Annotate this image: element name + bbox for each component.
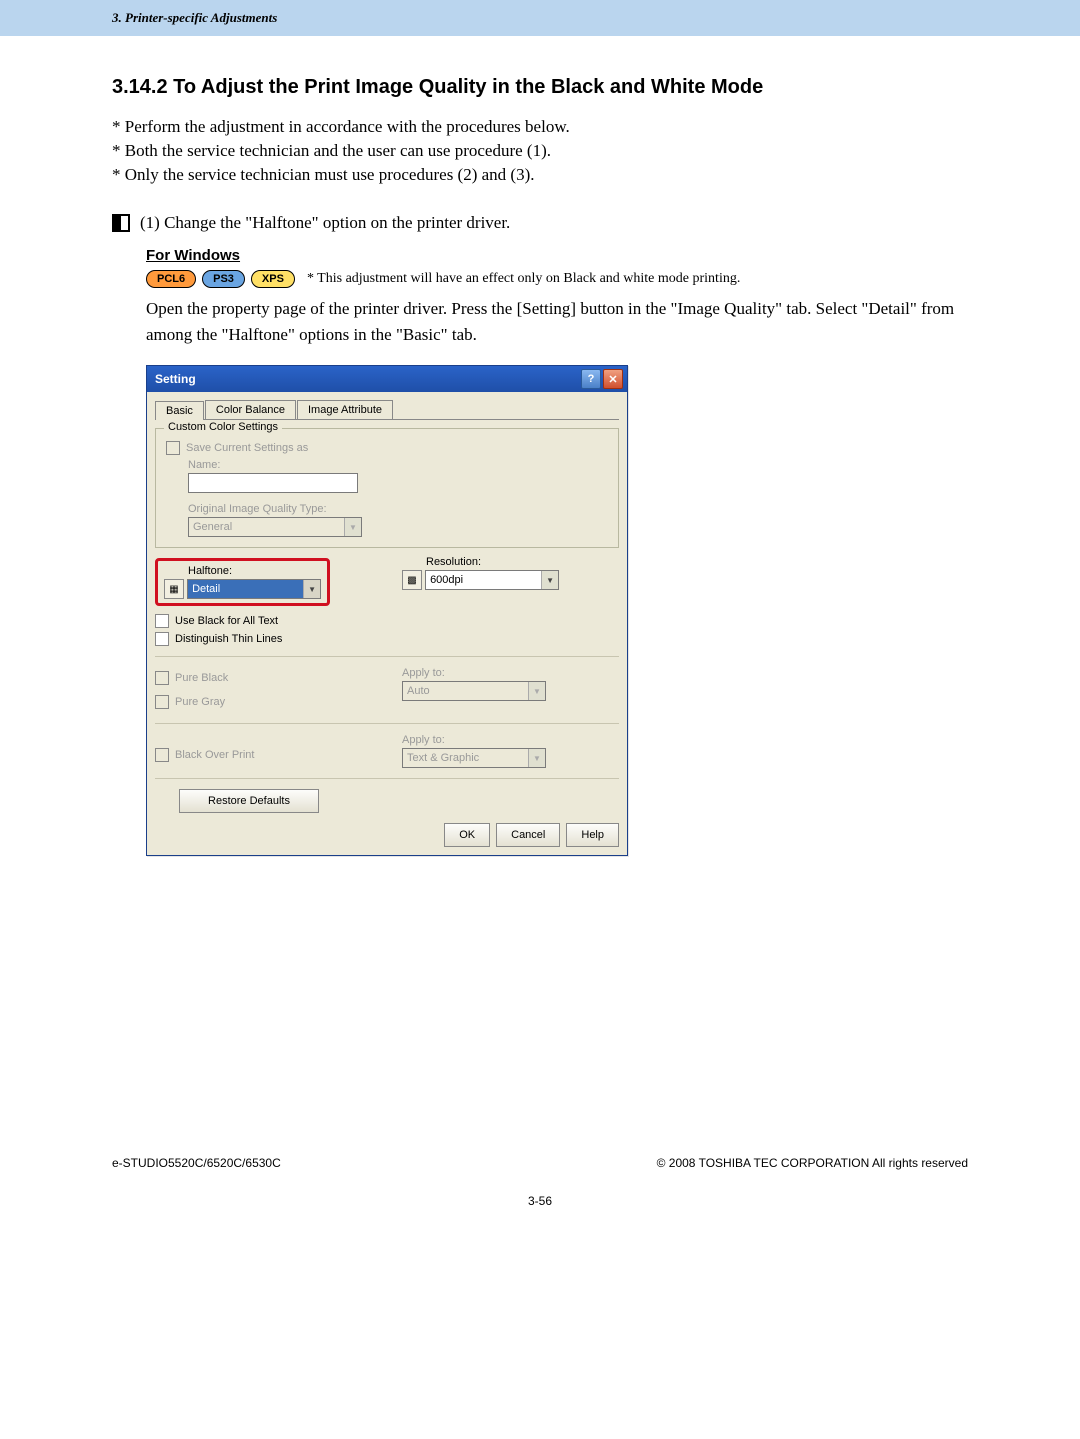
tab-basic[interactable]: Basic — [155, 401, 204, 420]
black-overprint-label: Black Over Print — [175, 749, 254, 761]
footer-copyright: © 2008 TOSHIBA TEC CORPORATION All right… — [657, 1156, 968, 1170]
ok-button[interactable]: OK — [444, 823, 490, 847]
badge-note: * This adjustment will have an effect on… — [307, 271, 740, 287]
page-body: 3.14.2 To Adjust the Print Image Quality… — [0, 36, 1080, 1248]
badge-xps: XPS — [251, 270, 295, 288]
oiq-type-label: Original Image Quality Type: — [188, 503, 608, 515]
resolution-select[interactable]: 600dpi ▼ — [425, 570, 559, 590]
halftone-select[interactable]: Detail ▼ — [187, 579, 321, 599]
intro-notes: * Perform the adjustment in accordance w… — [112, 117, 968, 185]
chevron-down-icon: ▼ — [303, 580, 320, 598]
halftone-value: Detail — [192, 583, 220, 595]
use-black-text-label: Use Black for All Text — [175, 615, 278, 627]
name-input[interactable] — [188, 473, 358, 493]
halftone-highlight: Halftone: ▦ Detail ▼ — [155, 558, 330, 606]
halftone-resolution-row: Halftone: ▦ Detail ▼ Resolution: ▩ 600 — [155, 556, 619, 606]
dialog-title: Setting — [155, 372, 196, 386]
use-black-text-checkbox[interactable] — [155, 614, 169, 628]
restore-defaults-button[interactable]: Restore Defaults — [179, 789, 319, 813]
pure-black-label: Pure Black — [175, 672, 228, 684]
resolution-label: Resolution: — [426, 556, 619, 568]
help-icon[interactable]: ? — [581, 369, 601, 389]
resolution-icon: ▩ — [402, 570, 422, 590]
dialog-tabs: Basic Color Balance Image Attribute — [155, 400, 619, 420]
oiq-type-value: General — [193, 521, 232, 533]
help-button[interactable]: Help — [566, 823, 619, 847]
section-title: 3.14.2 To Adjust the Print Image Quality… — [112, 76, 968, 99]
apply-to-select-2[interactable]: Text & Graphic ▼ — [402, 748, 546, 768]
footer-model: e-STUDIO5520C/6520C/6530C — [112, 1156, 281, 1170]
step-1: (1) Change the "Halftone" option on the … — [112, 213, 968, 233]
pure-black-checkbox[interactable] — [155, 671, 169, 685]
cancel-button[interactable]: Cancel — [496, 823, 560, 847]
setting-dialog: Setting ? ✕ Basic Color Balance Image At… — [146, 365, 628, 856]
resolution-value: 600dpi — [430, 574, 463, 586]
page-footer: e-STUDIO5520C/6520C/6530C © 2008 TOSHIBA… — [112, 1156, 968, 1190]
step-1-text: (1) Change the "Halftone" option on the … — [140, 213, 510, 233]
apply-to-select-1[interactable]: Auto ▼ — [402, 681, 546, 701]
windows-instructions: Open the property page of the printer dr… — [146, 296, 968, 347]
breadcrumb: 3. Printer-specific Adjustments — [0, 10, 1080, 26]
name-label: Name: — [188, 459, 608, 471]
halftone-label: Halftone: — [188, 565, 321, 577]
chevron-down-icon: ▼ — [541, 571, 558, 589]
oiq-type-select[interactable]: General ▼ — [188, 517, 362, 537]
black-overprint-checkbox[interactable] — [155, 748, 169, 762]
page-header: 3. Printer-specific Adjustments — [0, 0, 1080, 36]
step-bullet-icon — [112, 214, 130, 232]
for-windows-block: For Windows PCL6 PS3 XPS * This adjustme… — [146, 247, 968, 856]
driver-badges: PCL6 PS3 XPS * This adjustment will have… — [146, 270, 968, 288]
chevron-down-icon: ▼ — [528, 749, 545, 767]
custom-color-settings-group: Custom Color Settings Save Current Setti… — [155, 428, 619, 548]
chevron-down-icon: ▼ — [344, 518, 361, 536]
badge-pcl6: PCL6 — [146, 270, 196, 288]
tab-color-balance[interactable]: Color Balance — [205, 400, 296, 419]
apply-to-value-2: Text & Graphic — [407, 752, 479, 764]
group-title: Custom Color Settings — [164, 421, 282, 433]
apply-to-label-2: Apply to: — [402, 734, 619, 746]
page-number: 3-56 — [112, 1194, 968, 1208]
close-icon[interactable]: ✕ — [603, 369, 623, 389]
dialog-titlebar: Setting ? ✕ — [147, 366, 627, 392]
pure-gray-label: Pure Gray — [175, 696, 225, 708]
halftone-icon: ▦ — [164, 579, 184, 599]
tab-image-attribute[interactable]: Image Attribute — [297, 400, 393, 419]
apply-to-label-1: Apply to: — [402, 667, 619, 679]
badge-ps3: PS3 — [202, 270, 245, 288]
note-line: * Both the service technician and the us… — [112, 141, 968, 161]
dialog-body: Basic Color Balance Image Attribute Cust… — [147, 392, 627, 855]
for-windows-title: For Windows — [146, 247, 968, 264]
dialog-bottom-buttons: OK Cancel Help — [155, 823, 619, 847]
apply-to-value-1: Auto — [407, 685, 430, 697]
note-line: * Perform the adjustment in accordance w… — [112, 117, 968, 137]
pure-gray-checkbox[interactable] — [155, 695, 169, 709]
note-line: * Only the service technician must use p… — [112, 165, 968, 185]
save-settings-label: Save Current Settings as — [186, 442, 308, 454]
distinguish-thin-lines-checkbox[interactable] — [155, 632, 169, 646]
chevron-down-icon: ▼ — [528, 682, 545, 700]
distinguish-thin-lines-label: Distinguish Thin Lines — [175, 633, 282, 645]
save-settings-checkbox[interactable] — [166, 441, 180, 455]
